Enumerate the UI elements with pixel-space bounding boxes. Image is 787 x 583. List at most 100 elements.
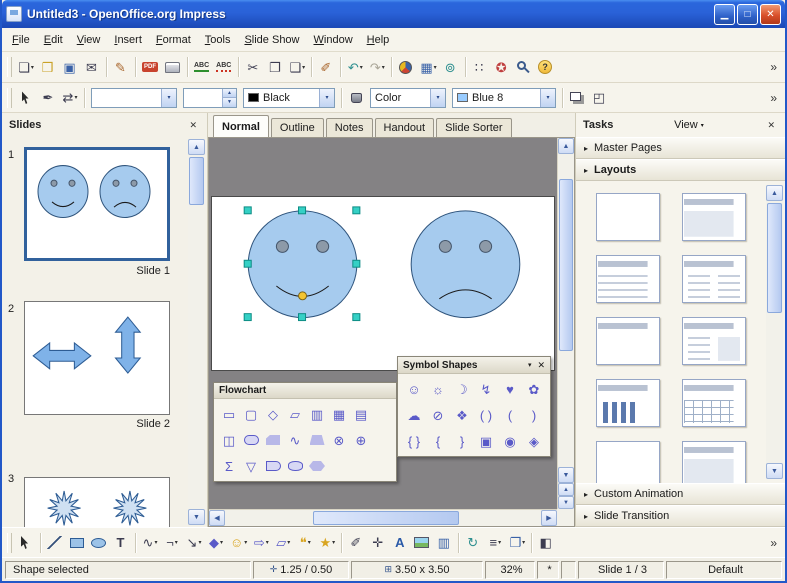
layouts-scrollbar[interactable]: ▲ ▼ [766,185,783,479]
table-icon[interactable]: ▦▾ [417,55,439,79]
scroll-down-button[interactable]: ▼ [766,463,783,479]
canvas-horizontal-scrollbar[interactable]: ◀ ▶ [209,509,557,526]
curve-icon[interactable]: ∿▾ [139,531,161,555]
section-master-pages[interactable]: ▸ Master Pages [576,137,785,159]
open-icon[interactable]: ❒ [37,55,59,79]
slide-editing-area[interactable] [211,196,555,371]
tab-handout[interactable]: Handout [375,118,435,137]
tab-normal[interactable]: Normal [213,115,269,137]
arrow-style-icon[interactable]: ⇄▾ [59,86,81,110]
alignment-icon[interactable]: ≡▾ [484,531,506,555]
scroll-up-button[interactable]: ▲ [558,138,574,154]
grid-icon[interactable]: ∷ [469,55,491,79]
symbol-heart-icon[interactable]: ♥ [498,376,522,402]
symbol-lightning-icon[interactable]: ↯ [474,376,498,402]
symbol-smiley-icon[interactable]: ☺ [402,376,426,402]
slides-panel-close-icon[interactable]: ✕ [186,119,200,132]
minimize-button[interactable]: ▁ [714,4,735,25]
menu-edit[interactable]: Edit [37,31,70,49]
symbol-diamond-bezel-icon[interactable]: ◈ [522,428,546,454]
flowchart-manual-operation-icon[interactable] [306,427,328,453]
flowchart-magnetic-disk-icon[interactable] [284,453,306,479]
tasks-panel-close-icon[interactable]: ✕ [764,119,778,132]
scrollbar-track[interactable] [558,154,574,467]
toolbar-menu-icon[interactable]: ▾ [528,361,532,369]
symbol-octagon-bezel-icon[interactable]: ◉ [498,428,522,454]
flowchart-toolbar-titlebar[interactable]: Flowchart [214,383,396,399]
layout-thumbnail[interactable] [682,255,746,303]
undo-icon[interactable]: ↶▾ [344,55,366,79]
chevron-down-icon[interactable]: ▾ [430,89,445,107]
glue-points-icon[interactable]: ✛ [367,531,389,555]
scrollbar-track[interactable] [225,510,541,526]
line-icon[interactable] [44,531,66,555]
symbol-prohibited-icon[interactable]: ⊘ [426,402,450,428]
scrollbar-thumb[interactable] [313,511,458,525]
toolbar-overflow-button[interactable]: » [764,91,783,105]
title-bar[interactable]: Untitled3 - OpenOffice.org Impress ▁ □ ✕ [2,0,785,28]
chevron-down-icon[interactable]: ▾ [319,89,334,107]
text-icon[interactable]: T [110,531,132,555]
cut-icon[interactable]: ✂ [242,55,264,79]
menu-help[interactable]: Help [360,31,397,49]
stars-icon[interactable]: ★▾ [316,531,338,555]
paste-icon[interactable]: ❑▾ [286,55,308,79]
scroll-down-button[interactable]: ▼ [558,467,574,483]
symbol-square-bezel-icon[interactable]: ▣ [474,428,498,454]
format-paintbrush-icon[interactable]: ✐ [315,55,337,79]
export-pdf-icon[interactable]: PDF [139,55,162,79]
menu-tools[interactable]: Tools [198,31,238,49]
tab-outline[interactable]: Outline [271,118,324,137]
from-file-icon[interactable] [411,531,433,555]
section-custom-animation[interactable]: ▸ Custom Animation [576,483,785,505]
menu-format[interactable]: Format [149,31,198,49]
tab-notes[interactable]: Notes [326,118,373,137]
area-fill-icon[interactable] [345,86,367,110]
block-arrows-icon[interactable]: ⇨▾ [250,531,272,555]
lines-arrows-icon[interactable]: ↘▾ [183,531,205,555]
redo-icon[interactable]: ↷▾ [366,55,388,79]
extrusion-icon[interactable]: ◧ [535,531,557,555]
save-icon[interactable]: ▣ [59,55,81,79]
rectangle-icon[interactable] [66,531,88,555]
print-icon[interactable] [162,55,184,79]
flowchart-or-icon[interactable]: ⊕ [350,427,372,453]
callouts-icon[interactable]: ❝▾ [294,531,316,555]
flowchart-extract-icon[interactable]: ▽ [240,453,262,479]
ellipse-icon[interactable] [88,531,110,555]
line-width-value[interactable] [184,89,222,107]
layout-thumbnail[interactable] [682,193,746,241]
spin-down-button[interactable]: ▼ [223,98,236,107]
menu-insert[interactable]: Insert [107,31,149,49]
layout-thumbnail[interactable] [596,379,660,427]
gallery-icon[interactable]: ▥ [433,531,455,555]
line-style-select[interactable]: ▾ [91,88,177,108]
line-width-spinner[interactable]: ▲ ▼ [183,88,237,108]
slide-1-thumbnail[interactable] [24,147,170,261]
fill-type-select[interactable]: Color ▾ [370,88,446,108]
scrollbar-thumb[interactable] [559,179,573,351]
layout-thumbnail[interactable] [596,441,660,483]
section-slide-transition[interactable]: ▸ Slide Transition [576,505,785,527]
slides-scrollbar[interactable]: ▲ ▼ [188,139,205,525]
next-slide-button[interactable]: ▼ [558,496,574,509]
fill-color-select[interactable]: Blue 8 ▾ [452,88,556,108]
symbol-double-bracket-icon[interactable]: ( ) [474,402,498,428]
points-icon[interactable]: ✐ [345,531,367,555]
scrollbar-thumb[interactable] [767,203,782,313]
section-layouts[interactable]: ▸ Layouts [576,159,785,181]
fontwork-icon[interactable]: A [389,531,411,555]
flowchart-alternate-process-icon[interactable]: ▢ [240,401,262,427]
layout-thumbnail[interactable] [596,193,660,241]
scroll-up-button[interactable]: ▲ [766,185,783,201]
flowchart-process-icon[interactable]: ▭ [218,401,240,427]
symbol-toolbar-titlebar[interactable]: Symbol Shapes ▾ ✕ [398,357,550,374]
scrollbar-thumb[interactable] [189,157,204,205]
symbol-moon-icon[interactable]: ☽ [450,376,474,402]
chevron-down-icon[interactable]: ▾ [540,89,555,107]
layout-thumbnail[interactable] [682,379,746,427]
symbol-left-brace-icon[interactable]: { [426,428,450,454]
flowchart-multidocument-icon[interactable]: ◫ [218,427,240,453]
flowchart-predefined-process-icon[interactable]: ▥ [306,401,328,427]
symbol-cloud-icon[interactable]: ☁ [402,402,426,428]
